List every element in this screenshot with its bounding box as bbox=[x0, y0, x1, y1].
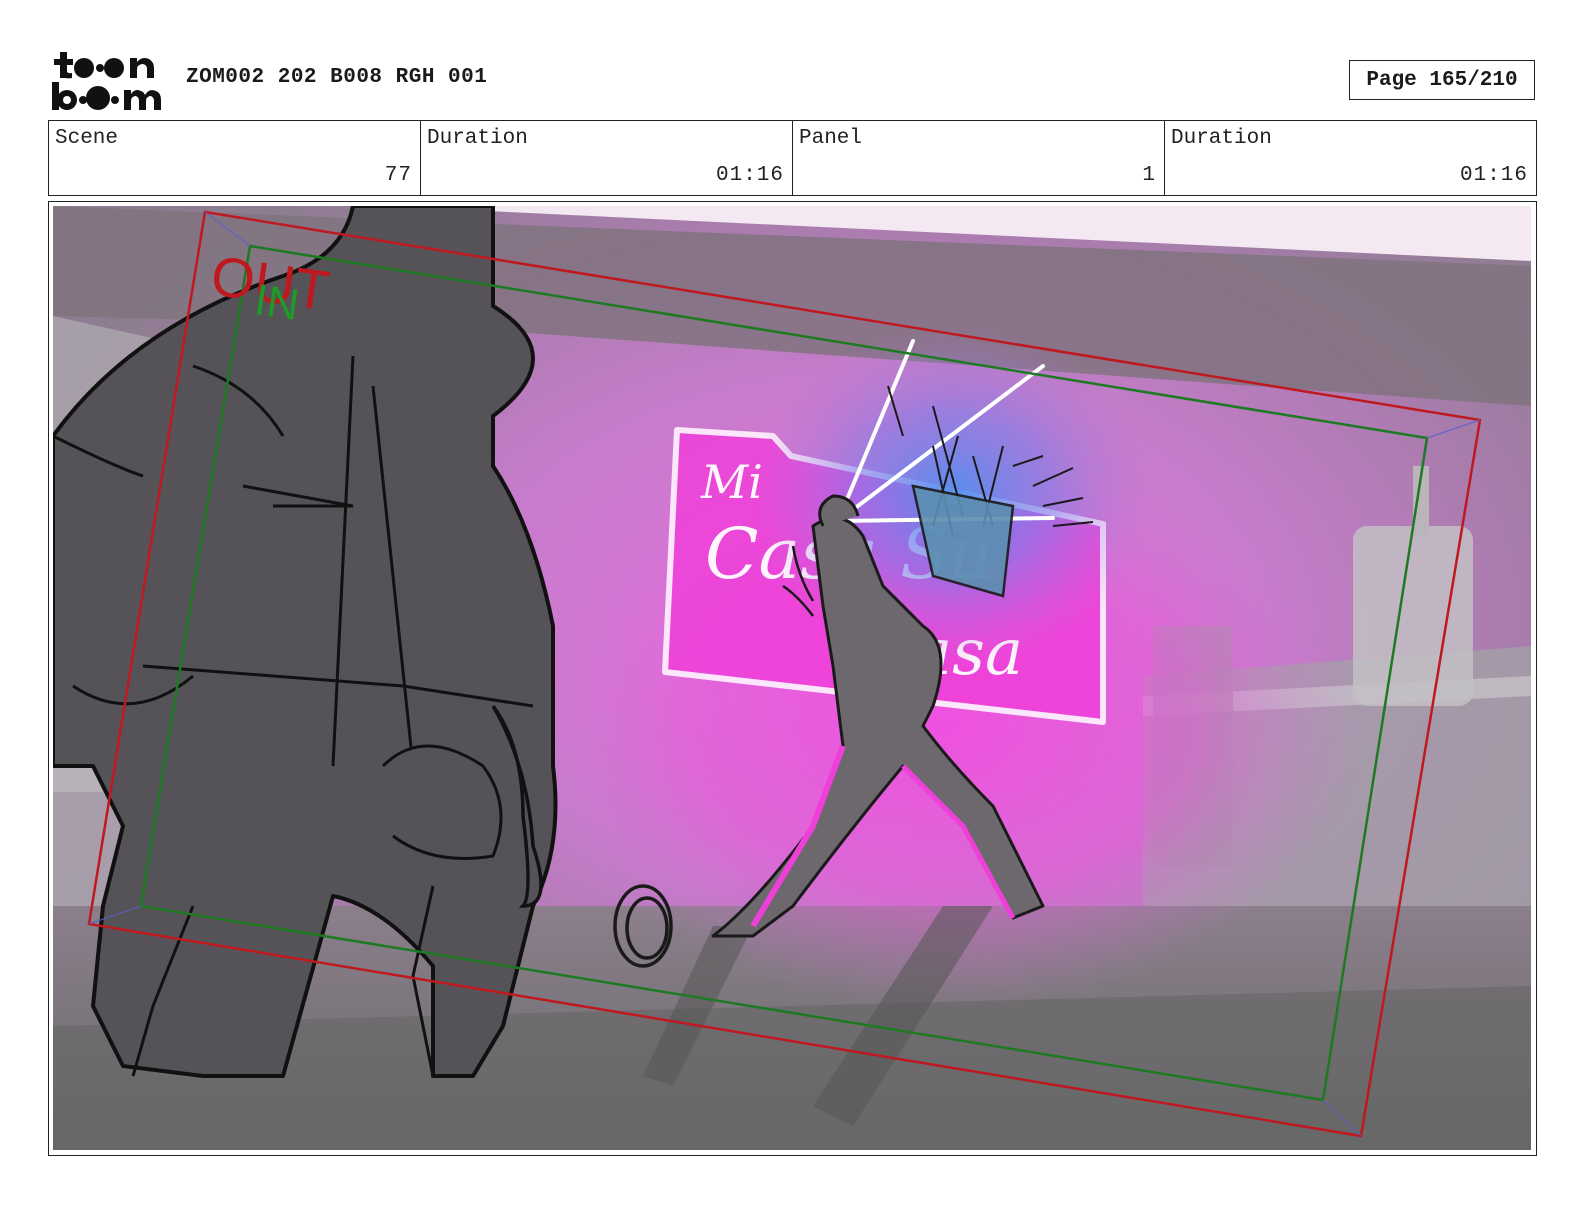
scene-cell: Scene 77 bbox=[49, 121, 421, 195]
panel-value: 1 bbox=[1142, 164, 1156, 187]
panel-duration-label: Duration bbox=[1171, 127, 1272, 150]
scene-duration-label: Duration bbox=[427, 127, 528, 150]
scene-duration-value: 01:16 bbox=[715, 164, 784, 187]
info-strip: Scene 77 Duration 01:16 Panel 1 Duration… bbox=[48, 120, 1537, 196]
scene-duration-cell: Duration 01:16 bbox=[421, 121, 793, 195]
toon-boom-logo bbox=[50, 50, 166, 112]
panel-duration-cell: Duration 01:16 bbox=[1165, 121, 1536, 195]
page-counter: Page 165/210 bbox=[1349, 60, 1535, 100]
scene-label: Scene bbox=[55, 127, 119, 150]
panel-cell: Panel 1 bbox=[793, 121, 1165, 195]
panel-duration-value: 01:16 bbox=[1459, 164, 1528, 187]
in-label: IN bbox=[252, 275, 302, 330]
document-id: ZOM002 202 B008 RGH 001 bbox=[186, 66, 488, 89]
panel-artwork: Mi Casa Su Casa bbox=[53, 206, 1531, 1150]
panel-label: Panel bbox=[799, 127, 863, 150]
scene-value: 77 bbox=[384, 164, 412, 187]
storyboard-panel: Mi Casa Su Casa bbox=[48, 201, 1537, 1156]
